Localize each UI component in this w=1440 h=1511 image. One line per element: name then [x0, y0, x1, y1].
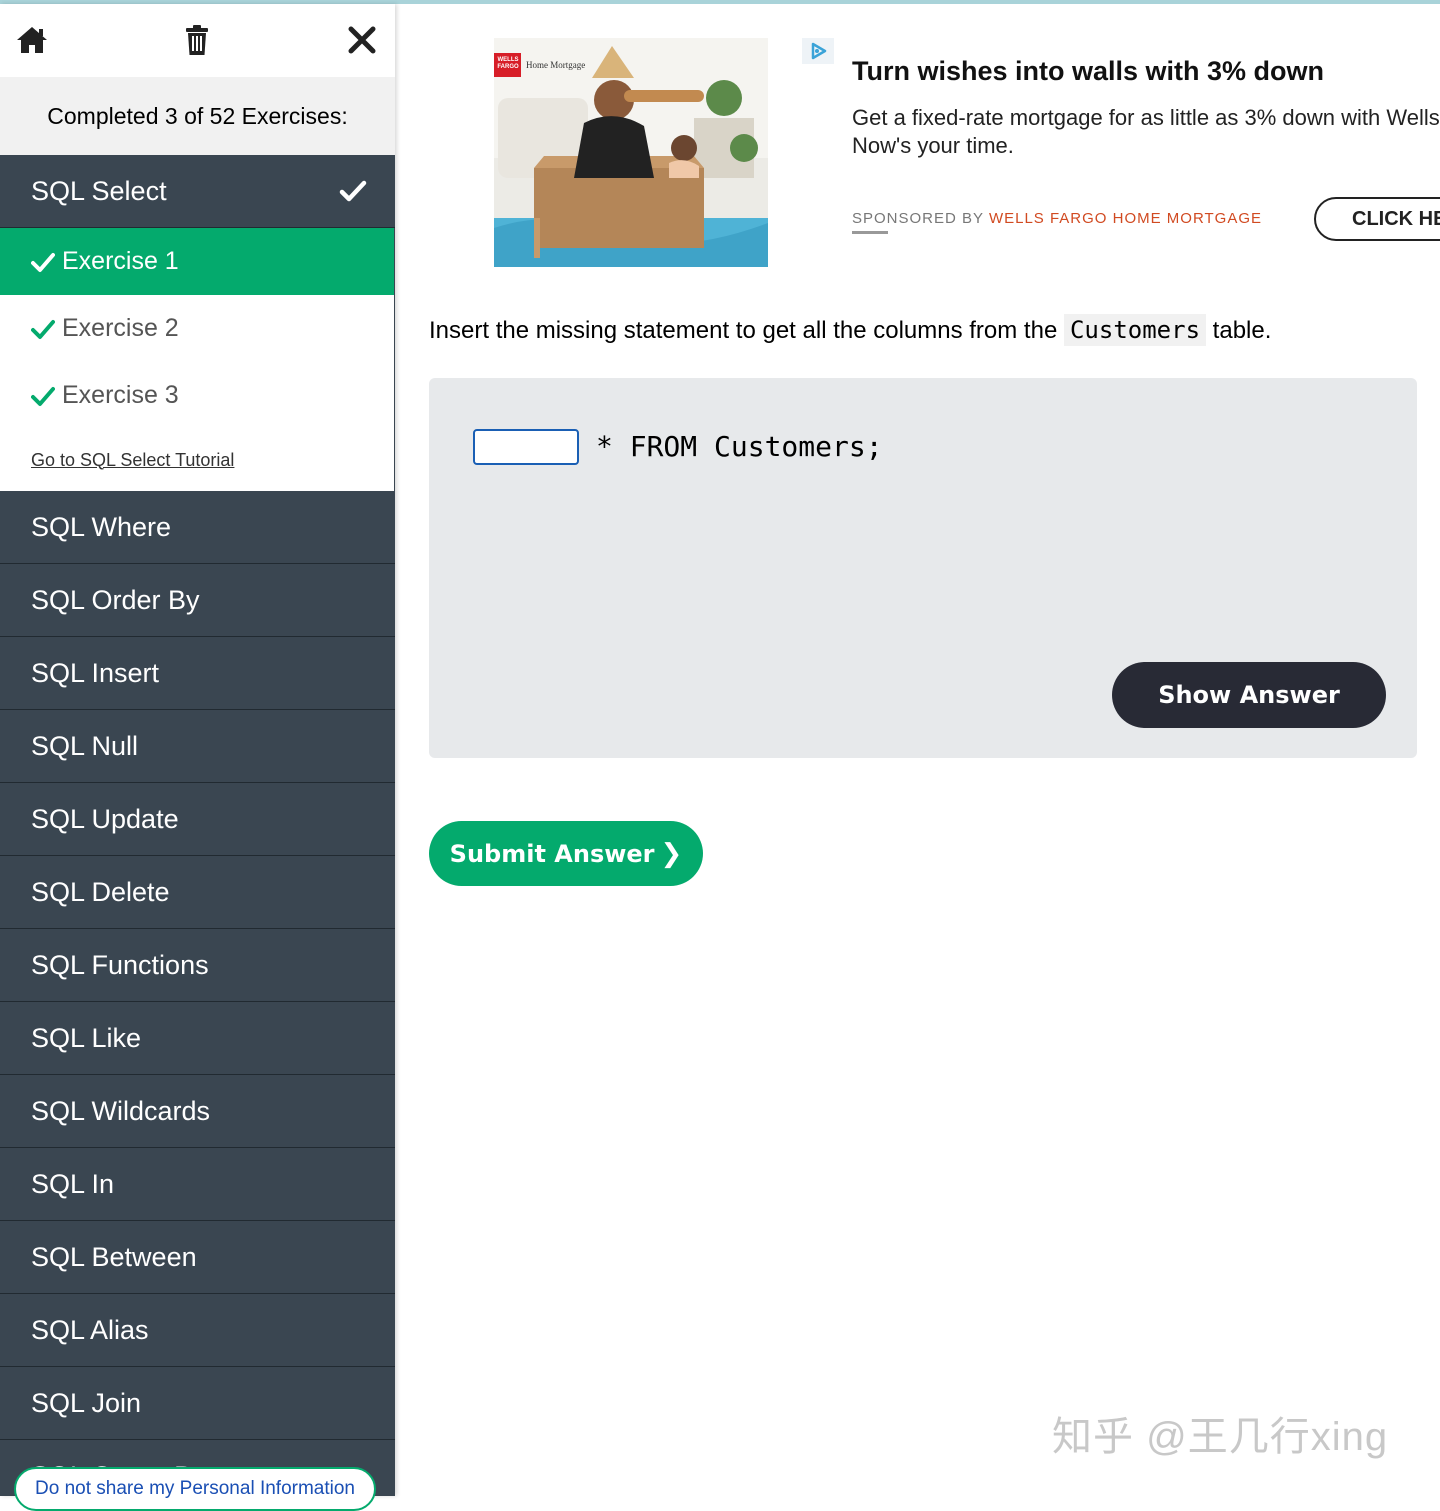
sidebar-section-sql-wildcards[interactable]: SQL Wildcards	[0, 1075, 395, 1148]
exercise-label: Exercise 2	[62, 314, 179, 342]
answer-input[interactable]	[473, 429, 579, 465]
sidebar-section-sql-where[interactable]: SQL Where	[0, 491, 395, 564]
home-icon[interactable]	[14, 22, 50, 58]
exercise-label: Exercise 1	[62, 247, 179, 275]
submit-label: Submit Answer	[449, 839, 655, 868]
ad-sponsor: SPONSORED BY WELLS FARGO HOME MORTGAGE	[852, 210, 1262, 227]
tutorial-link[interactable]: Go to SQL Select Tutorial	[0, 429, 394, 491]
code-text: * FROM Customers;	[596, 430, 883, 463]
sidebar-section-sql-null[interactable]: SQL Null	[0, 710, 395, 783]
check-icon	[31, 386, 55, 406]
sidebar-section-sql-in[interactable]: SQL In	[0, 1148, 395, 1221]
question-text-end: table.	[1206, 317, 1272, 344]
exercise-label: Exercise 3	[62, 381, 179, 409]
close-icon[interactable]	[344, 22, 380, 58]
sidebar-section-sql-like[interactable]: SQL Like	[0, 1002, 395, 1075]
sidebar-section-sql-delete[interactable]: SQL Delete	[0, 856, 395, 929]
sidebar-section-sql-insert[interactable]: SQL Insert	[0, 637, 395, 710]
progress-text: Completed 3 of 52 Exercises:	[0, 77, 395, 155]
check-icon	[31, 252, 55, 272]
exercise-question: Insert the missing statement to get all …	[429, 314, 1272, 346]
sidebar-section-sql-functions[interactable]: SQL Functions	[0, 929, 395, 1002]
ad-body-line: Get a fixed-rate mortgage for as little …	[852, 105, 1440, 130]
question-text: Insert the missing statement to get all …	[429, 317, 1064, 344]
sidebar-section-sql-join[interactable]: SQL Join	[0, 1367, 395, 1440]
ad-body-line: Now's your time.	[852, 133, 1014, 158]
exercise-list: Exercise 1 Exercise 2 Exercise 3 Go to S…	[0, 228, 394, 491]
ad-cta-button[interactable]: CLICK HERE	[1314, 197, 1440, 241]
section-label: SQL Select	[31, 175, 167, 206]
exercise-item-3[interactable]: Exercise 3	[0, 362, 394, 429]
code-box: * FROM Customers; Show Answer	[429, 378, 1417, 758]
sidebar-section-sql-select[interactable]: SQL Select	[0, 155, 395, 228]
trash-icon[interactable]	[179, 22, 215, 58]
ad-body: Get a fixed-rate mortgage for as little …	[852, 104, 1440, 160]
ad-image-brand: WELLS FARGO	[497, 57, 519, 70]
sidebar-toolbar	[0, 4, 395, 77]
chevron-right-icon: ❯	[660, 838, 683, 869]
ad-illustration	[494, 38, 768, 267]
sidebar-section-sql-order-by[interactable]: SQL Order By	[0, 564, 395, 637]
watermark: 知乎 @王几行xing	[1052, 1415, 1389, 1459]
exercise-item-1[interactable]: Exercise 1	[0, 228, 394, 295]
exercise-sidebar: Completed 3 of 52 Exercises: SQL Select …	[0, 4, 395, 1496]
check-icon	[339, 180, 367, 202]
sidebar-sections: SQL Where SQL Order By SQL Insert SQL Nu…	[0, 491, 395, 1496]
ad-choices-icon[interactable]	[802, 38, 834, 64]
privacy-button[interactable]: Do not share my Personal Information	[14, 1467, 376, 1511]
check-icon	[31, 319, 55, 339]
ad-image[interactable]: WELLS FARGO Home Mortgage	[494, 38, 768, 267]
question-code: Customers	[1063, 314, 1207, 346]
ad-sponsor-prefix: SPONSORED BY	[852, 210, 989, 227]
exercise-item-2[interactable]: Exercise 2	[0, 295, 394, 362]
sidebar-section-sql-alias[interactable]: SQL Alias	[0, 1294, 395, 1367]
ad-sponsor-brand[interactable]: WELLS FARGO HOME MORTGAGE	[989, 210, 1262, 227]
show-answer-button[interactable]: Show Answer	[1112, 662, 1386, 728]
ad-image-caption: Home Mortgage	[526, 60, 586, 70]
submit-answer-button[interactable]: Submit Answer ❯	[429, 821, 703, 886]
ad-sponsor-underline	[852, 231, 888, 234]
ad-title[interactable]: Turn wishes into walls with 3% down	[852, 56, 1324, 87]
sidebar-section-sql-between[interactable]: SQL Between	[0, 1221, 395, 1294]
sidebar-section-sql-update[interactable]: SQL Update	[0, 783, 395, 856]
